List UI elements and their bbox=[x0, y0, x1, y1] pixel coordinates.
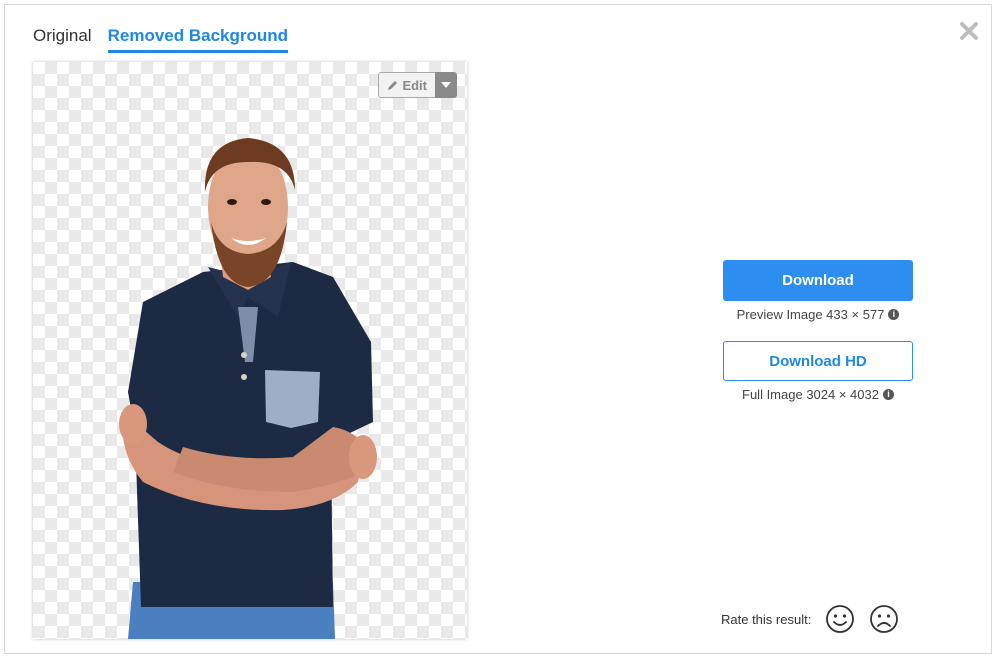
info-icon[interactable]: i bbox=[882, 389, 894, 400]
rating-bar: Rate this result: bbox=[721, 604, 899, 634]
preview-image-info: Preview Image 433 × 577 i bbox=[723, 307, 913, 322]
pencil-icon bbox=[388, 80, 398, 90]
download-button[interactable]: Download bbox=[723, 260, 913, 301]
person-cutout-image bbox=[119, 138, 377, 639]
full-image-info: Full Image 3024 × 4032 i bbox=[723, 387, 913, 402]
download-panel: Download Preview Image 433 × 577 i Downl… bbox=[723, 260, 913, 402]
download-hd-button[interactable]: Download HD bbox=[723, 341, 913, 381]
info-icon[interactable]: i bbox=[888, 309, 900, 320]
rating-label: Rate this result: bbox=[721, 611, 812, 627]
full-image-size: Full Image 3024 × 4032 bbox=[742, 387, 879, 402]
close-icon[interactable] bbox=[958, 20, 980, 42]
edit-button[interactable]: Edit bbox=[378, 72, 435, 98]
edit-button-group: Edit bbox=[378, 72, 457, 98]
caret-down-icon bbox=[441, 82, 451, 88]
tab-original[interactable]: Original bbox=[33, 26, 92, 53]
image-preview: Edit bbox=[33, 62, 467, 639]
tab-bar: Original Removed Background bbox=[33, 26, 289, 53]
preview-image-size: Preview Image 433 × 577 bbox=[736, 307, 885, 322]
tab-removed-background[interactable]: Removed Background bbox=[107, 26, 289, 53]
frown-icon[interactable] bbox=[869, 604, 899, 634]
smile-icon[interactable] bbox=[825, 604, 855, 634]
edit-dropdown-button[interactable] bbox=[435, 72, 457, 98]
edit-label: Edit bbox=[402, 77, 427, 93]
